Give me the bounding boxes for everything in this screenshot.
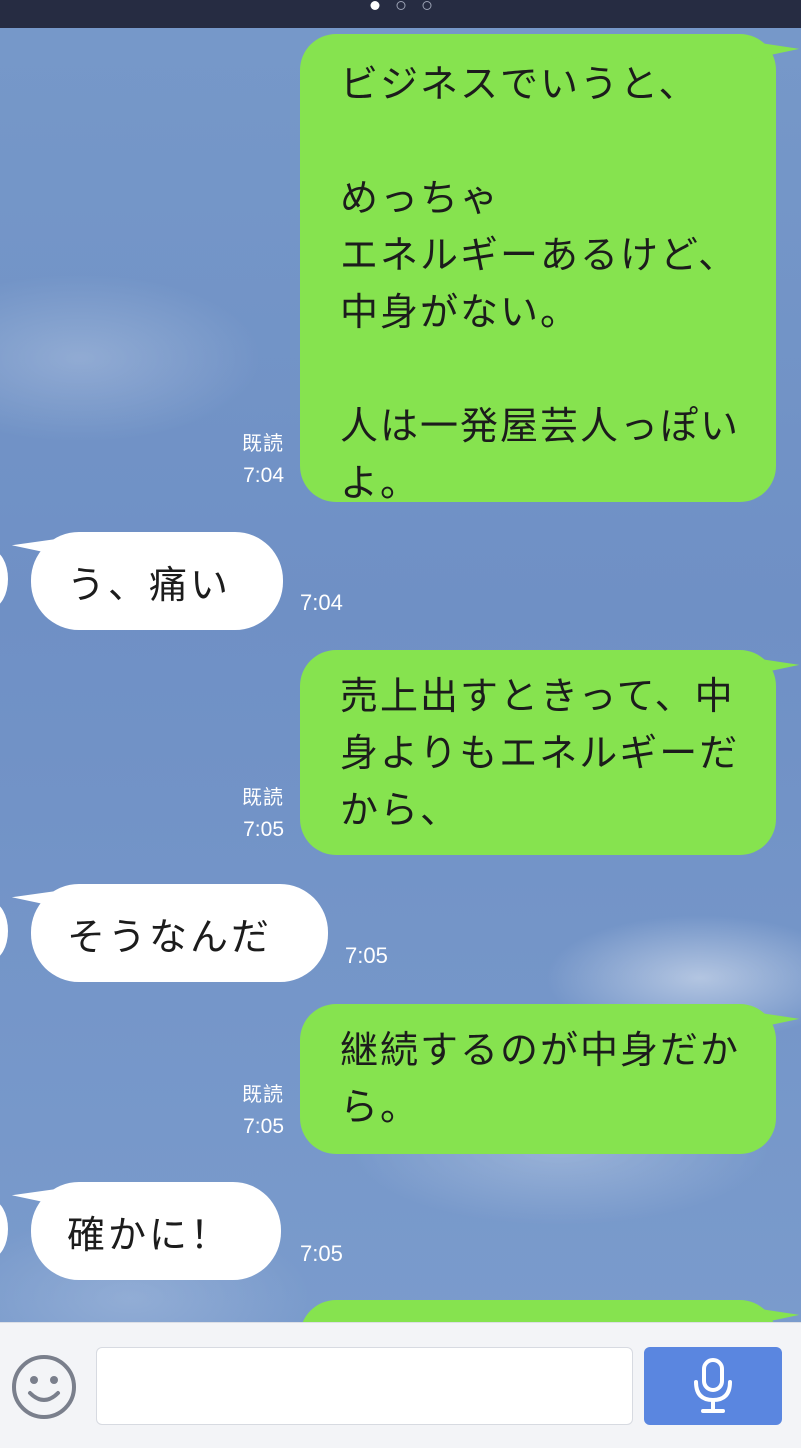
message-bubble-outgoing[interactable]: ビジネスでいうと、 めっちゃ エネルギーあるけど、中身がない。 人は一発屋芸人っ… xyxy=(300,34,776,505)
page-dot xyxy=(422,0,431,10)
message-time: 7:05 xyxy=(300,1241,343,1266)
page-dot xyxy=(396,0,405,10)
page-indicator xyxy=(370,0,431,10)
message-meta: 既読 7:04 xyxy=(220,429,284,491)
voice-button[interactable] xyxy=(644,1347,782,1425)
read-receipt: 既読 xyxy=(242,1084,284,1106)
message-meta: 既読 7:05 xyxy=(220,783,284,845)
chat-screen: ビジネスでいうと、 めっちゃ エネルギーあるけど、中身がない。 人は一発屋芸人っ… xyxy=(0,0,801,1448)
smiley-face-icon xyxy=(12,1355,76,1419)
message-input-bar xyxy=(0,1322,801,1448)
message-bubble-incoming[interactable]: う、痛い xyxy=(31,532,283,630)
message-time: 7:05 xyxy=(243,1115,284,1138)
microphone-icon xyxy=(694,1358,732,1413)
message-bubble-incoming[interactable]: 確かに！ xyxy=(31,1182,281,1280)
message-list[interactable]: ビジネスでいうと、 めっちゃ エネルギーあるけど、中身がない。 人は一発屋芸人っ… xyxy=(0,28,801,1322)
message-time: 7:05 xyxy=(243,818,284,841)
message-time: 7:05 xyxy=(345,943,388,968)
message-bubble-outgoing[interactable]: 売上出すときって、中身よりもエネルギーだから、 xyxy=(300,650,776,855)
top-bar xyxy=(0,0,801,28)
message-input[interactable] xyxy=(96,1347,633,1425)
read-receipt: 既読 xyxy=(242,433,284,455)
avatar[interactable] xyxy=(0,1200,8,1258)
avatar[interactable] xyxy=(0,902,8,960)
read-receipt: 既読 xyxy=(242,787,284,809)
message-meta: 既読 7:05 xyxy=(220,1080,284,1142)
emoji-button[interactable] xyxy=(11,1354,77,1420)
message-bubble-incoming[interactable]: そうなんだ xyxy=(31,884,328,982)
message-time: 7:04 xyxy=(243,464,284,487)
message-bubble-outgoing[interactable] xyxy=(300,1300,776,1322)
message-time: 7:04 xyxy=(300,590,343,615)
page-dot-active xyxy=(370,0,379,10)
message-bubble-outgoing[interactable]: 継続するのが中身だから。 xyxy=(300,1004,776,1154)
avatar[interactable] xyxy=(0,550,8,608)
